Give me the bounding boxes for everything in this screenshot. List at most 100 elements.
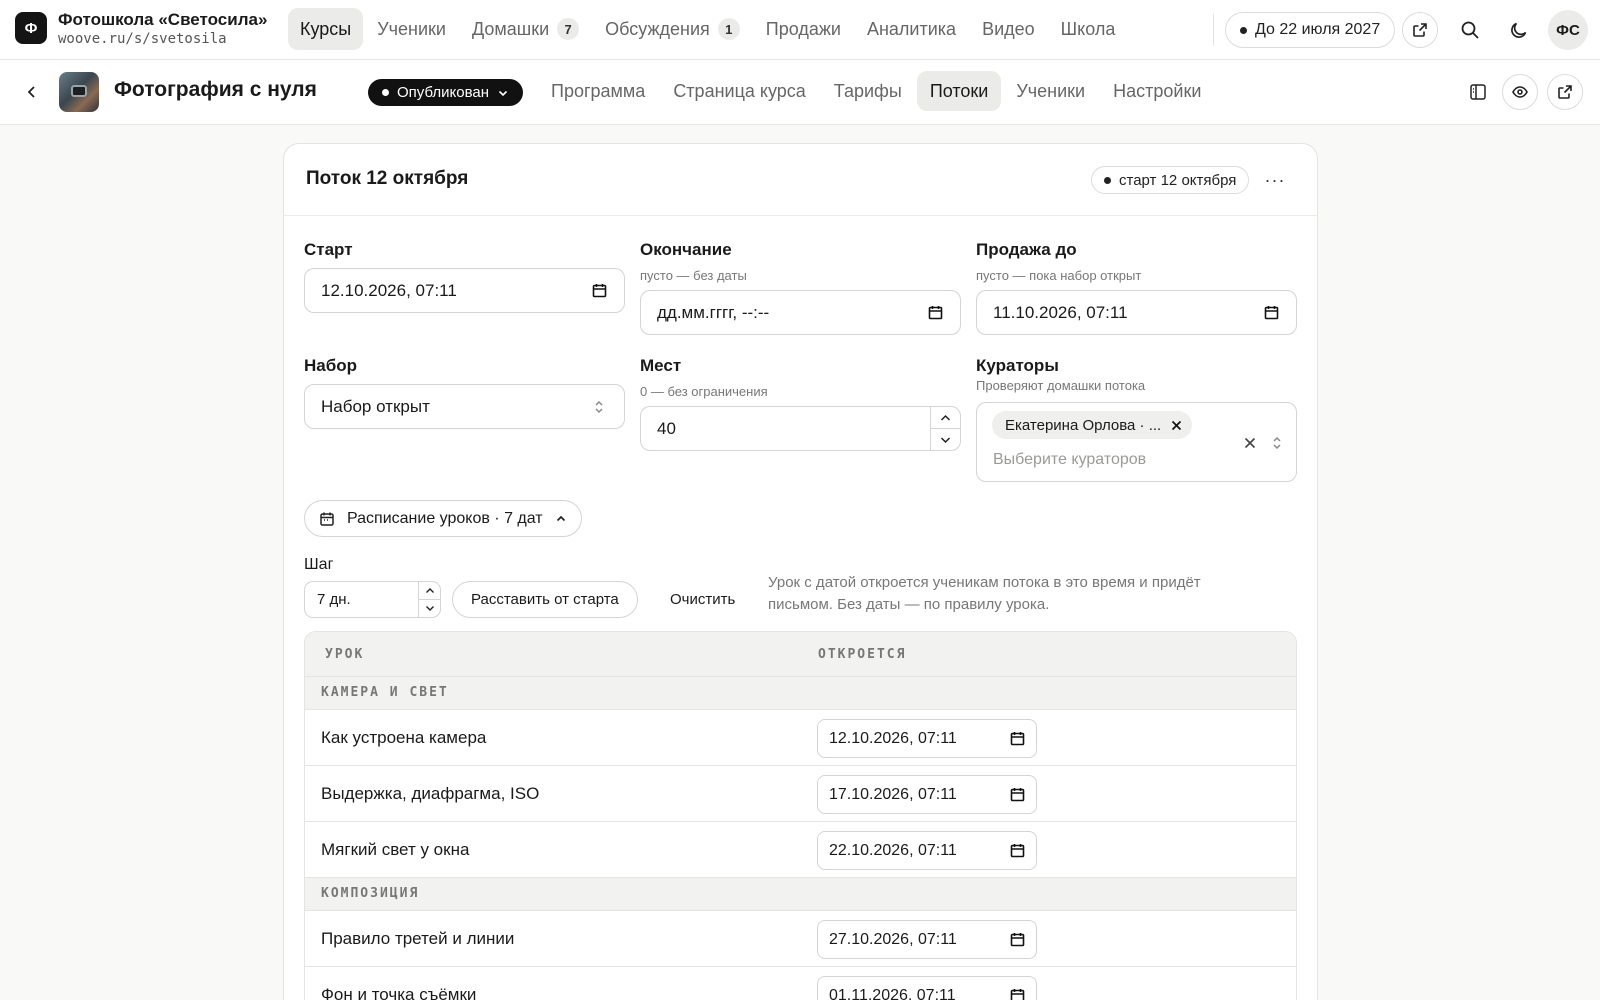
lesson-date-value: 17.10.2026, 07:11 xyxy=(829,785,957,803)
lesson-title: Мягкий свет у окна xyxy=(321,840,470,859)
chevron-up-icon xyxy=(940,414,951,421)
clear-schedule-button[interactable]: Очистить xyxy=(660,581,745,618)
chevron-down-icon xyxy=(498,90,508,96)
calendar-icon[interactable] xyxy=(926,304,944,322)
chevron-up-icon xyxy=(425,588,434,593)
enrollment-select[interactable]: Набор открыт xyxy=(304,384,625,429)
sale-until-datetime-input[interactable]: 11.10.2026, 07:11 xyxy=(976,290,1297,335)
tab-program[interactable]: Программа xyxy=(538,71,658,111)
step-number-input[interactable]: 7 дн. xyxy=(304,581,441,618)
more-options-button[interactable]: ··· xyxy=(1259,164,1291,196)
chevron-up-icon xyxy=(556,515,565,521)
curators-multiselect[interactable]: Екатерина Орлова · ... Выберите кураторо… xyxy=(976,402,1297,482)
school-logo[interactable]: Ф xyxy=(15,12,47,44)
end-value: дд.мм.гггг, --:-- xyxy=(657,302,770,322)
increment-button[interactable] xyxy=(419,582,440,600)
plan-badge[interactable]: До 22 июля 2027 xyxy=(1225,12,1396,48)
step-stepper xyxy=(418,582,440,617)
arrange-from-start-button[interactable]: Расставить от старта xyxy=(452,581,638,618)
nav-homework[interactable]: Домашки 7 xyxy=(460,8,591,50)
seats-hint: 0 — без ограничения xyxy=(640,384,768,399)
end-datetime-input[interactable]: дд.мм.гггг, --:-- xyxy=(640,290,961,335)
tab-settings[interactable]: Настройки xyxy=(1100,71,1214,111)
chevron-updown-icon[interactable] xyxy=(1269,433,1285,453)
back-button[interactable] xyxy=(18,78,46,106)
moon-icon xyxy=(1511,22,1527,38)
step-label: Шаг xyxy=(304,556,334,573)
sale-until-value: 11.10.2026, 07:11 xyxy=(993,302,1128,322)
theme-toggle-button[interactable] xyxy=(1501,12,1537,48)
external-link-icon xyxy=(1413,23,1427,37)
preview-button[interactable] xyxy=(1502,74,1538,110)
seats-value: 40 xyxy=(657,418,676,438)
sale-until-hint: пусто — пока набор открыт xyxy=(976,268,1142,283)
publish-status-dropdown[interactable]: Опубликован xyxy=(368,79,524,106)
nav-label: Аналитика xyxy=(866,18,957,39)
start-value: 12.10.2026, 07:11 xyxy=(321,280,457,300)
course-thumbnail xyxy=(59,72,99,112)
status-dot xyxy=(382,89,389,96)
end-hint: пусто — без даты xyxy=(640,268,747,283)
start-badge-label: старт 12 октября xyxy=(1119,171,1237,189)
calendar-icon[interactable] xyxy=(1010,988,1025,1000)
tab-tariffs[interactable]: Тарифы xyxy=(821,71,915,111)
tab-course-page[interactable]: Страница курса xyxy=(660,71,818,111)
schedule-help-text: Урок с датой откроется ученикам потока в… xyxy=(768,574,1201,613)
seats-label: Мест xyxy=(640,356,682,375)
search-icon xyxy=(1461,21,1479,39)
clear-curators-button[interactable] xyxy=(1240,433,1260,453)
close-icon[interactable] xyxy=(1171,420,1182,431)
table-row: Мягкий свет у окна 22.10.2026, 07:11 xyxy=(305,822,1296,878)
chevron-left-icon xyxy=(27,86,35,98)
nav-discussions[interactable]: Обсуждения 1 xyxy=(593,8,752,50)
calendar-icon[interactable] xyxy=(590,282,608,300)
start-datetime-input[interactable]: 12.10.2026, 07:11 xyxy=(304,268,625,313)
calendar-icon[interactable] xyxy=(1010,932,1025,947)
lesson-date-input[interactable]: 12.10.2026, 07:11 xyxy=(817,719,1037,758)
chevron-down-icon xyxy=(425,606,434,611)
nav-video[interactable]: Видео xyxy=(970,8,1047,50)
calendar-icon[interactable] xyxy=(1010,787,1025,802)
table-row: Фон и точка съёмки 01.11.2026, 07:11 xyxy=(305,967,1296,1000)
lesson-date-input[interactable]: 27.10.2026, 07:11 xyxy=(817,920,1037,959)
schedule-toggle-button[interactable]: Расписание уроков · 7 дат xyxy=(304,500,582,537)
group-name: КОМПОЗИЦИЯ xyxy=(321,886,420,901)
lesson-title: Как устроена камера xyxy=(321,728,487,747)
course-header: Фотография с нуля Опубликован Программа … xyxy=(0,60,1600,125)
curators-placeholder[interactable]: Выберите кураторов xyxy=(993,451,1146,469)
sale-until-label: Продажа до xyxy=(976,240,1077,259)
nav-courses[interactable]: Курсы xyxy=(288,8,364,50)
increment-button[interactable] xyxy=(931,407,960,429)
nav-label: Обсуждения xyxy=(605,18,710,39)
lesson-date-input[interactable]: 17.10.2026, 07:11 xyxy=(817,775,1037,814)
calendar-icon[interactable] xyxy=(1262,304,1280,322)
group-name: КАМЕРА И СВЕТ xyxy=(321,685,449,700)
tab-streams[interactable]: Потоки xyxy=(916,71,1002,111)
nav-students[interactable]: Ученики xyxy=(365,8,458,50)
start-date-badge: старт 12 октября xyxy=(1091,166,1250,194)
open-site-button[interactable] xyxy=(1402,12,1438,48)
toggle-sidebar-button[interactable] xyxy=(1460,74,1496,110)
search-button[interactable] xyxy=(1452,12,1488,48)
stream-card-header: Поток 12 октября старт 12 октября ··· xyxy=(284,144,1317,216)
curators-hint: Проверяют домашки потока xyxy=(976,378,1146,393)
curator-chip: Екатерина Орлова · ... xyxy=(992,411,1193,439)
nav-school[interactable]: Школа xyxy=(1049,8,1128,50)
calendar-icon[interactable] xyxy=(1010,843,1025,858)
chevron-updown-icon xyxy=(590,398,608,416)
nav-analytics[interactable]: Аналитика xyxy=(855,8,968,50)
table-row: Правило третей и линии 27.10.2026, 07:11 xyxy=(305,911,1296,967)
decrement-button[interactable] xyxy=(931,429,960,450)
lesson-date-value: 01.11.2026, 07:11 xyxy=(829,986,956,1000)
tab-students[interactable]: Ученики xyxy=(1003,71,1098,111)
seats-number-input[interactable]: 40 xyxy=(640,406,961,451)
lesson-date-input[interactable]: 01.11.2026, 07:11 xyxy=(817,976,1037,1000)
start-label: Старт xyxy=(304,240,353,259)
decrement-button[interactable] xyxy=(419,600,440,617)
calendar-icon[interactable] xyxy=(1010,731,1025,746)
lesson-date-input[interactable]: 22.10.2026, 07:11 xyxy=(817,831,1037,870)
nav-sales[interactable]: Продажи xyxy=(754,8,853,50)
user-avatar[interactable]: ФС xyxy=(1548,10,1588,50)
school-info[interactable]: Фотошкола «Светосила» woove.ru/s/svetosi… xyxy=(58,10,267,48)
open-course-button[interactable] xyxy=(1547,74,1583,110)
